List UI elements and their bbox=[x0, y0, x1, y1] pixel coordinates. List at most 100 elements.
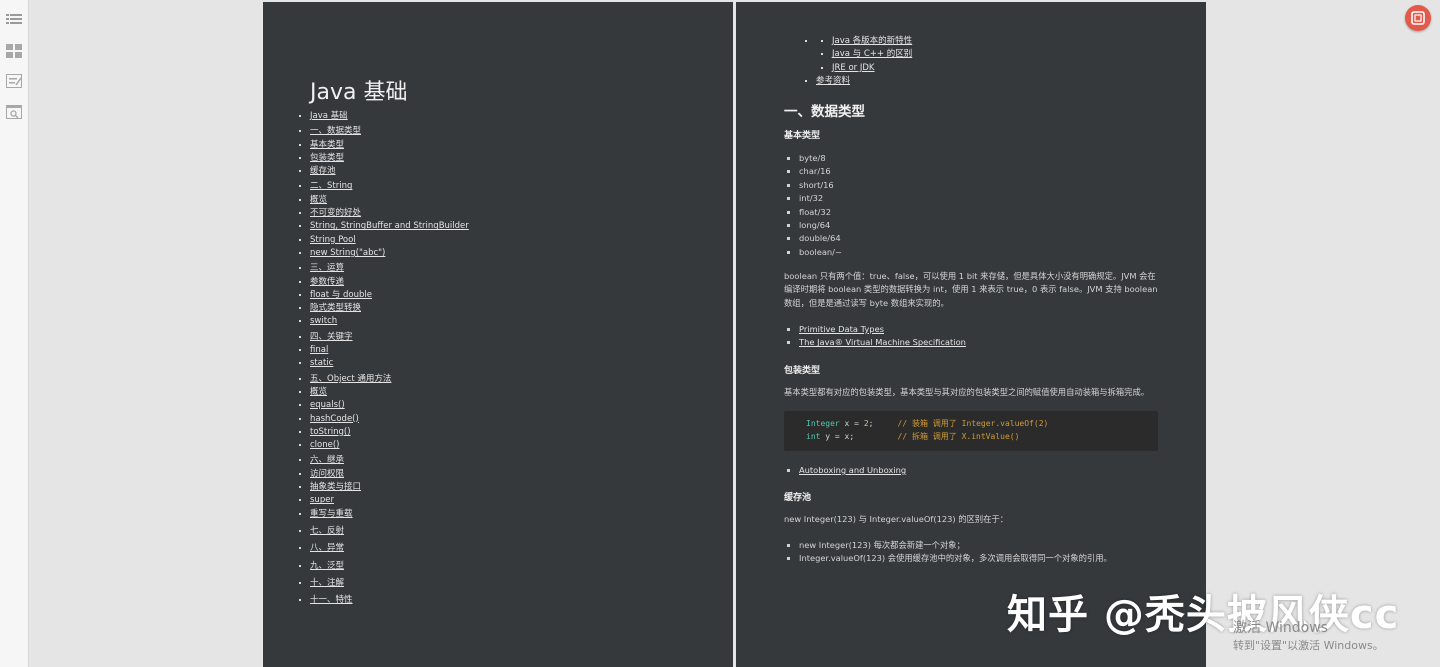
toc-link[interactable]: 七、反射 bbox=[310, 526, 344, 536]
toc-link[interactable]: String Pool bbox=[310, 235, 356, 245]
toc-link[interactable]: 十一、特性 bbox=[310, 595, 353, 605]
document-page-left: Java 基础 Java 基础 一、数据类型基本类型包装类型缓存池二、Strin… bbox=[263, 2, 733, 667]
basic-types-list: byte/8char/16short/16int/32float/32long/… bbox=[784, 152, 1175, 259]
search-panel-icon[interactable] bbox=[6, 105, 22, 119]
code-line-1: Integer x = 2; // 装箱 调用了 Integer.valueOf… bbox=[806, 419, 1049, 428]
toc-subitem: 缓存池 bbox=[310, 165, 710, 178]
toc-subitem: Java 与 C++ 的区别 bbox=[832, 48, 1164, 61]
autoboxing-links: Autoboxing and Unboxing bbox=[784, 464, 1175, 477]
toc-link[interactable]: super bbox=[310, 495, 334, 505]
toc-link[interactable]: 访问权限 bbox=[310, 469, 344, 479]
toc-link-references[interactable]: 参考资料 bbox=[816, 76, 850, 86]
toc-section-item: 七、反射 bbox=[310, 525, 710, 538]
code-line-2: int y = x; // 拆箱 调用了 X.intValue() bbox=[806, 432, 1020, 441]
toc-subitem: 概览 bbox=[310, 194, 710, 207]
outline-list-icon[interactable] bbox=[6, 13, 22, 27]
toc-section-item: 九、泛型 bbox=[310, 560, 710, 573]
floating-translate-button[interactable] bbox=[1405, 5, 1431, 31]
list-item: char/16 bbox=[799, 165, 1175, 178]
activation-title: 激活 Windows bbox=[1233, 620, 1328, 636]
toc-link[interactable]: 隐式类型转换 bbox=[310, 303, 361, 313]
toc-link[interactable]: 一、数据类型 bbox=[310, 126, 361, 136]
toc-subitem: clone() bbox=[310, 439, 710, 452]
toc-subitem: new String("abc") bbox=[310, 247, 710, 260]
list-item: Integer.valueOf(123) 会使用缓存池中的对象，多次调用会取得同… bbox=[799, 552, 1175, 565]
toc-link[interactable]: 重写与重载 bbox=[310, 509, 353, 519]
document-title: Java 基础 bbox=[310, 80, 408, 105]
reference-link[interactable]: The Java® Virtual Machine Specification bbox=[799, 337, 966, 347]
list-item: byte/8 bbox=[799, 152, 1175, 165]
viewer-sidebar bbox=[0, 0, 29, 667]
toc-subitem: 抽象类与接口 bbox=[310, 481, 710, 494]
toc-link[interactable]: 概览 bbox=[310, 195, 327, 205]
list-item: short/16 bbox=[799, 179, 1175, 192]
toc-subitem: 不可变的好处 bbox=[310, 207, 710, 220]
list-item: new Integer(123) 每次都会新建一个对象； bbox=[799, 539, 1175, 552]
toc-subitem: static bbox=[310, 357, 710, 370]
toc-link[interactable]: hashCode() bbox=[310, 414, 359, 424]
toc-link[interactable]: 包装类型 bbox=[310, 153, 344, 163]
section-heading-data-types: 一、数据类型 bbox=[784, 104, 865, 120]
toc-section-item: 三、运算参数传递 float 与 double 隐式类型转换 switch bbox=[310, 262, 710, 328]
thumbnails-grid-icon[interactable] bbox=[6, 44, 22, 58]
toc-section-item: 五、Object 通用方法概览 equals() hashCode() toStrin… bbox=[310, 373, 710, 453]
list-item: int/32 bbox=[799, 192, 1175, 205]
annotations-icon[interactable] bbox=[6, 74, 22, 88]
toc-link[interactable]: static bbox=[310, 358, 333, 368]
reference-link[interactable]: Autoboxing and Unboxing bbox=[799, 465, 906, 475]
toc-link[interactable]: Java 各版本的新特性 bbox=[832, 36, 912, 46]
toc-subitem: Java 各版本的新特性 bbox=[832, 35, 1164, 48]
toc-link[interactable]: float 与 double bbox=[310, 290, 372, 300]
wrapper-paragraph: 基本类型都有对应的包装类型，基本类型与其对应的包装类型之间的赋值使用自动装箱与拆… bbox=[784, 387, 1150, 397]
toc-link[interactable]: Java 基础 bbox=[310, 111, 348, 121]
toc-link[interactable]: 六、继承 bbox=[310, 455, 344, 465]
toc-link[interactable]: 抽象类与接口 bbox=[310, 482, 361, 492]
toc-link[interactable]: final bbox=[310, 345, 328, 355]
toc-link[interactable]: String, StringBuffer and StringBuilder bbox=[310, 221, 469, 231]
toc-link[interactable]: 四、关键字 bbox=[310, 332, 353, 342]
toc-link[interactable]: 二、String bbox=[310, 181, 352, 191]
toc-subitem: toString() bbox=[310, 426, 710, 439]
toc-link[interactable]: switch bbox=[310, 316, 337, 326]
activation-subtitle: 转到"设置"以激活 Windows。 bbox=[1233, 639, 1384, 652]
toc-link[interactable]: 基本类型 bbox=[310, 140, 344, 150]
toc-link[interactable]: 五、Object 通用方法 bbox=[310, 374, 391, 384]
list-item: double/64 bbox=[799, 232, 1175, 245]
toc-link[interactable]: 概览 bbox=[310, 387, 327, 397]
toc-section-item: 六、继承访问权限抽象类与接口 super 重写与重载 bbox=[310, 454, 710, 520]
list-item: float/32 bbox=[799, 206, 1175, 219]
boolean-paragraph: boolean 只有两个值：true、false，可以使用 1 bit 来存储，… bbox=[784, 271, 1158, 308]
toc-subitem: 概览 bbox=[310, 386, 710, 399]
toc-section-item: 一、数据类型基本类型包装类型缓存池 bbox=[310, 125, 710, 178]
toc-subitem: switch bbox=[310, 315, 710, 328]
toc-section-item: 四、关键字 final static bbox=[310, 331, 710, 371]
list-item: The Java® Virtual Machine Specification bbox=[799, 336, 1175, 349]
toc-link[interactable]: toString() bbox=[310, 427, 351, 437]
toc-link[interactable]: 缓存池 bbox=[310, 166, 336, 176]
toc-subitem: 基本类型 bbox=[310, 139, 710, 152]
reference-link[interactable]: Primitive Data Types bbox=[799, 324, 884, 334]
subheading-basic-types: 基本类型 bbox=[784, 131, 821, 141]
toc-link[interactable]: Java 与 C++ 的区别 bbox=[832, 49, 912, 59]
toc-subitem: equals() bbox=[310, 399, 710, 412]
list-item: Primitive Data Types bbox=[799, 323, 1175, 336]
document-page-right: Java 各版本的新特性 Java 与 C++ 的区别 JRE or JDK 参考资… bbox=[736, 2, 1206, 667]
toc-section-item: 八、异常 bbox=[310, 542, 710, 555]
toc-link[interactable]: 八、异常 bbox=[310, 543, 344, 553]
toc-link[interactable]: clone() bbox=[310, 440, 339, 450]
code-block: Integer x = 2; // 装箱 调用了 Integer.valueOf… bbox=[784, 411, 1158, 451]
toc-link[interactable]: new String("abc") bbox=[310, 248, 385, 258]
toc-section-item: 二、String 概览不可变的好处 String, StringBuffer and… bbox=[310, 180, 710, 260]
toc-subitem: String Pool bbox=[310, 234, 710, 247]
toc-link[interactable]: JRE or JDK bbox=[832, 63, 875, 73]
toc-link[interactable]: 参数传递 bbox=[310, 277, 344, 287]
toc-link[interactable]: 三、运算 bbox=[310, 263, 344, 273]
toc-root-item: Java 基础 一、数据类型基本类型包装类型缓存池二、String概览不可变的好… bbox=[310, 110, 710, 607]
toc-link[interactable]: 不可变的好处 bbox=[310, 208, 361, 218]
toc-link[interactable]: equals() bbox=[310, 400, 345, 410]
toc-link[interactable]: 九、泛型 bbox=[310, 561, 344, 571]
toc-continuation: Java 各版本的新特性 Java 与 C++ 的区别 JRE or JDK 参考资… bbox=[784, 35, 1164, 88]
toc-link[interactable]: 十、注解 bbox=[310, 578, 344, 588]
toc-subitem: 访问权限 bbox=[310, 468, 710, 481]
toc-subitem: JRE or JDK bbox=[832, 62, 1164, 75]
